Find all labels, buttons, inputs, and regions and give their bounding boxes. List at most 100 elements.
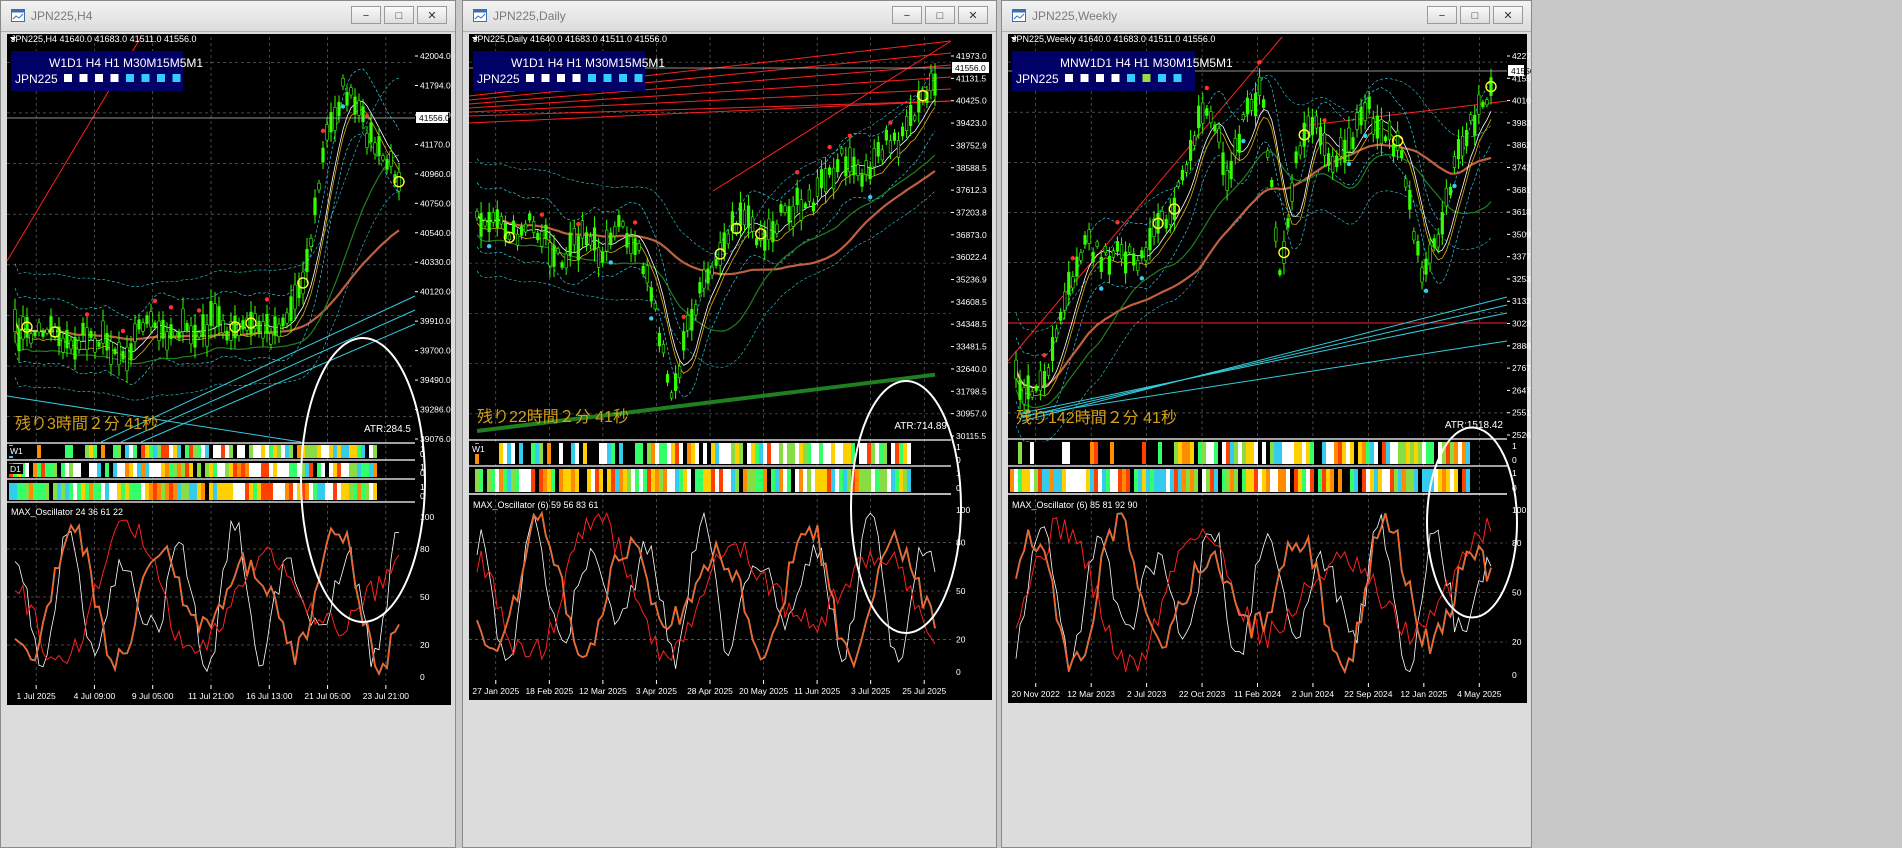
window-title: JPN225,Weekly — [1032, 9, 1118, 23]
strip-axis-label: 1 — [1512, 441, 1517, 451]
timeframe-labels: W1D1 H4 H1 M30M15M5M1 — [511, 56, 665, 70]
timeframe-status-square — [126, 74, 134, 82]
close-button[interactable]: ✕ — [958, 6, 988, 24]
price-axis-label: 30115.5 — [956, 431, 986, 441]
oscillator-axis-label: 80 — [956, 537, 966, 547]
price-axis-label: 27676.5 — [1512, 363, 1531, 373]
chart-window-weekly[interactable]: JPN225,Weekly − □ ✕ JPN225,Weekly 41640.0 41… — [1001, 0, 1532, 848]
price-axis-label: 28881.0 — [1512, 341, 1531, 351]
timeframe-panel: W1D1 H4 H1 M30M15M5M1 JPN225 — [473, 51, 665, 91]
oscillator-axis-label: 20 — [956, 635, 966, 645]
price-axis-label: 39076.0 — [420, 434, 451, 444]
current-price-value: 41556.0 — [1511, 66, 1531, 76]
date-axis-label: 1 Jul 2025 — [17, 691, 56, 701]
chart-window-h4[interactable]: JPN225,H4 − □ ✕ JPN225,H4 41640.0 41683.0 41… — [0, 0, 456, 848]
date-axis-label: 20 May 2025 — [739, 686, 788, 696]
minimize-button[interactable]: − — [1427, 6, 1457, 24]
strip-label: W1 — [10, 446, 23, 456]
oscillator-axis-label: 0 — [956, 667, 961, 677]
atr-label: ATR:284.5 — [364, 424, 411, 435]
price-axis-label: 26472.0 — [1512, 385, 1531, 395]
date-axis-label: 11 Jun 2025 — [794, 686, 840, 696]
date-axis-label: 11 Feb 2024 — [1234, 689, 1281, 699]
price-axis-label: 40109.1 — [1512, 96, 1531, 106]
date-axis-label: 3 Apr 2025 — [636, 686, 677, 696]
date-axis-label: 16 Jul 13:00 — [246, 691, 293, 701]
strip-axis-label: 0 — [1512, 455, 1517, 465]
strip-axis-label: 1 — [1512, 468, 1517, 478]
oscillator-axis-label: 80 — [420, 544, 430, 554]
maximize-button[interactable]: □ — [925, 6, 955, 24]
oscillator-axis-label: 50 — [1512, 588, 1522, 598]
price-axis-label: 40750.0 — [420, 198, 451, 208]
close-button[interactable]: ✕ — [1493, 6, 1523, 24]
maximize-button[interactable]: □ — [1460, 6, 1490, 24]
price-axis-label: 41131.5 — [956, 73, 986, 83]
atr-label: ATR:1518.42 — [1445, 420, 1504, 431]
price-axis-label: 31326.5 — [1512, 296, 1531, 306]
oscillator-axis-label: 100 — [956, 505, 970, 515]
chart-canvas[interactable]: JPN225,Weekly 41640.0 41683.0 41511.0 41… — [1002, 32, 1531, 841]
date-axis-label: 9 Jul 05:00 — [132, 691, 174, 701]
close-button[interactable]: ✕ — [417, 6, 447, 24]
window-titlebar[interactable]: JPN225,H4 − □ ✕ — [1, 1, 455, 32]
maximize-button[interactable]: □ — [384, 6, 414, 24]
price-axis-label: 34348.5 — [956, 319, 987, 329]
price-axis-label: 40540.0 — [420, 228, 451, 238]
symbol-label: JPN225 — [477, 72, 520, 86]
oscillator-axis-label: 20 — [420, 640, 430, 650]
date-axis-label: 28 Apr 2025 — [687, 686, 733, 696]
chart-window-icon — [11, 9, 25, 22]
date-axis-label: 2 Jun 2024 — [1292, 689, 1334, 699]
chart-window-daily[interactable]: JPN225,Daily − □ ✕ JPN225,Daily 41640.0 4168… — [462, 0, 997, 848]
date-axis-label: 25 Jul 2025 — [902, 686, 946, 696]
trend-strip-1 — [9, 445, 377, 458]
minimize-button[interactable]: − — [892, 6, 922, 24]
timeframe-status-square — [172, 74, 181, 82]
timeframe-status-square — [1158, 74, 1166, 82]
timeframe-status-square — [157, 74, 165, 82]
window-titlebar[interactable]: JPN225,Weekly − □ ✕ — [1002, 1, 1531, 32]
date-axis-label: 3 Jul 2025 — [851, 686, 890, 696]
trend-strip-3 — [9, 483, 377, 500]
price-axis-label: 41973.0 — [956, 51, 987, 61]
oscillator-label: MAX_Oscillator (6) 59 56 83 61 — [473, 500, 599, 510]
symbol-label: JPN225 — [15, 72, 58, 86]
price-axis-label: 30231.3 — [1512, 319, 1531, 329]
timeframe-status-square — [526, 74, 534, 82]
window-title: JPN225,Daily — [493, 9, 566, 23]
trend-strip-2 — [9, 463, 377, 477]
price-axis-label: 36181.0 — [1512, 207, 1531, 217]
current-price-value: 41556.0 — [419, 113, 450, 123]
oscillator-axis-label: 0 — [1512, 670, 1517, 680]
price-axis-label: 35092.2 — [1512, 229, 1531, 239]
window-title: JPN225,H4 — [31, 9, 93, 23]
chart-window-icon — [473, 9, 487, 22]
trend-strip-2 — [1010, 469, 1470, 492]
price-axis-label: 39700.0 — [420, 346, 451, 356]
minimize-button[interactable]: − — [351, 6, 381, 24]
date-axis-label: 12 Mar 2023 — [1067, 689, 1115, 699]
timeframe-status-square — [79, 74, 88, 82]
timeframe-labels: MNW1D1 H4 H1 M30M15M5M1 — [1060, 56, 1233, 70]
timeframe-status-square — [619, 74, 627, 82]
timeframe-panel: W1D1 H4 H1 M30M15M5M1 JPN225 — [11, 51, 203, 91]
price-axis-label: 39910.0 — [420, 316, 451, 326]
date-axis-label: 22 Sep 2024 — [1344, 689, 1392, 699]
current-price-value: 41556.0 — [955, 63, 986, 73]
timeframe-status-square — [603, 74, 612, 82]
price-axis-label: 36022.4 — [956, 252, 987, 262]
date-axis-label: 12 Jan 2025 — [1400, 689, 1447, 699]
symbol-label: JPN225 — [1016, 72, 1059, 86]
timeframe-status-square — [64, 74, 72, 82]
timeframe-status-square — [1080, 74, 1089, 82]
atr-label: ATR:714.89 — [894, 421, 947, 432]
oscillator-axis-label: 0 — [420, 672, 425, 682]
window-titlebar[interactable]: JPN225,Daily − □ ✕ — [463, 1, 996, 32]
chart-info-label: JPN225,Weekly 41640.0 41683.0 41511.0 41… — [1012, 34, 1215, 44]
price-axis-label: 38588.5 — [956, 163, 987, 173]
date-axis-label: 20 Nov 2022 — [1012, 689, 1060, 699]
chart-canvas[interactable]: JPN225,H4 41640.0 41683.0 41511.0 41556.… — [1, 32, 455, 841]
chart-canvas[interactable]: JPN225,Daily 41640.0 41683.0 41511.0 415… — [463, 32, 996, 841]
price-axis-label: 35236.9 — [956, 275, 987, 285]
